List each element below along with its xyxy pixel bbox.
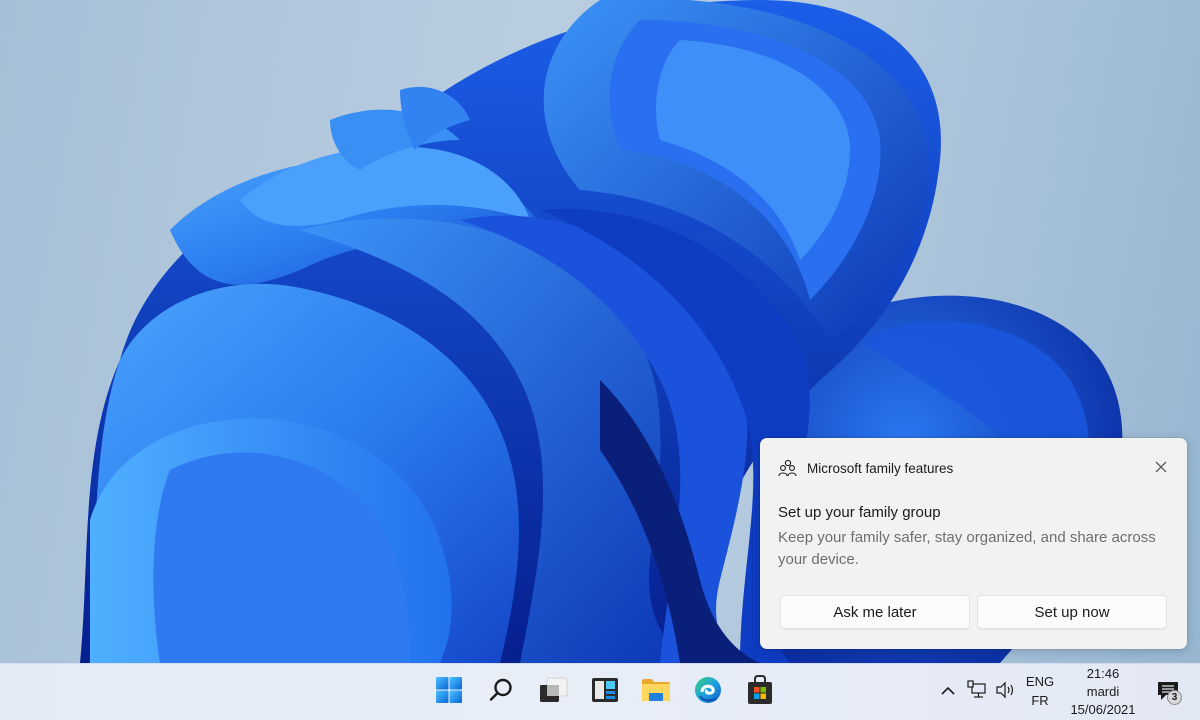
- task-view-icon: [538, 677, 568, 708]
- store-button[interactable]: [745, 674, 775, 710]
- search-button[interactable]: [486, 677, 516, 707]
- taskbar: ENG FR 21:46 mardi 15/06/2021 3: [0, 663, 1200, 720]
- store-icon: [746, 674, 774, 710]
- notification-center-button[interactable]: 3: [1155, 678, 1185, 708]
- notification-toast[interactable]: Microsoft family features Set up your fa…: [760, 438, 1187, 649]
- set-up-now-button[interactable]: Set up now: [977, 595, 1167, 629]
- volume-button[interactable]: [995, 680, 1017, 705]
- start-button[interactable]: [434, 676, 464, 709]
- widgets-button[interactable]: [590, 677, 620, 707]
- show-hidden-icons-button[interactable]: [940, 684, 956, 700]
- folder-icon: [641, 677, 671, 708]
- network-button[interactable]: [966, 679, 988, 705]
- windows-start-icon: [435, 676, 463, 709]
- input-language-button[interactable]: ENG FR: [1022, 672, 1058, 710]
- notification-title: Set up your family group: [778, 504, 941, 521]
- family-icon: [778, 459, 798, 477]
- notification-app-name: Microsoft family features: [807, 460, 954, 476]
- edge-icon: [694, 676, 722, 709]
- widgets-icon: [591, 677, 619, 708]
- action-center-icon: 3: [1155, 678, 1185, 708]
- chevron-up-icon: [941, 683, 955, 701]
- volume-icon: [995, 680, 1017, 705]
- language-code: ENG: [1025, 674, 1055, 689]
- network-wired-icon: [967, 679, 987, 705]
- edge-button[interactable]: [693, 676, 723, 709]
- search-icon: [488, 677, 514, 708]
- file-explorer-button[interactable]: [641, 677, 671, 707]
- clock-date: 15/06/2021: [1070, 702, 1136, 717]
- keyboard-layout: FR: [1031, 693, 1049, 708]
- task-view-button[interactable]: [538, 677, 568, 707]
- ask-me-later-button[interactable]: Ask me later: [780, 595, 970, 629]
- close-icon[interactable]: [1153, 459, 1169, 475]
- notification-body: Keep your family safer, stay organized, …: [778, 529, 1156, 568]
- clock-button[interactable]: 21:46 mardi 15/06/2021: [1062, 664, 1144, 719]
- clock-day: mardi: [1086, 684, 1120, 699]
- notification-count-badge: 3: [1167, 690, 1182, 705]
- clock-time: 21:46: [1086, 666, 1120, 681]
- notification-header: Microsoft family features: [778, 459, 953, 477]
